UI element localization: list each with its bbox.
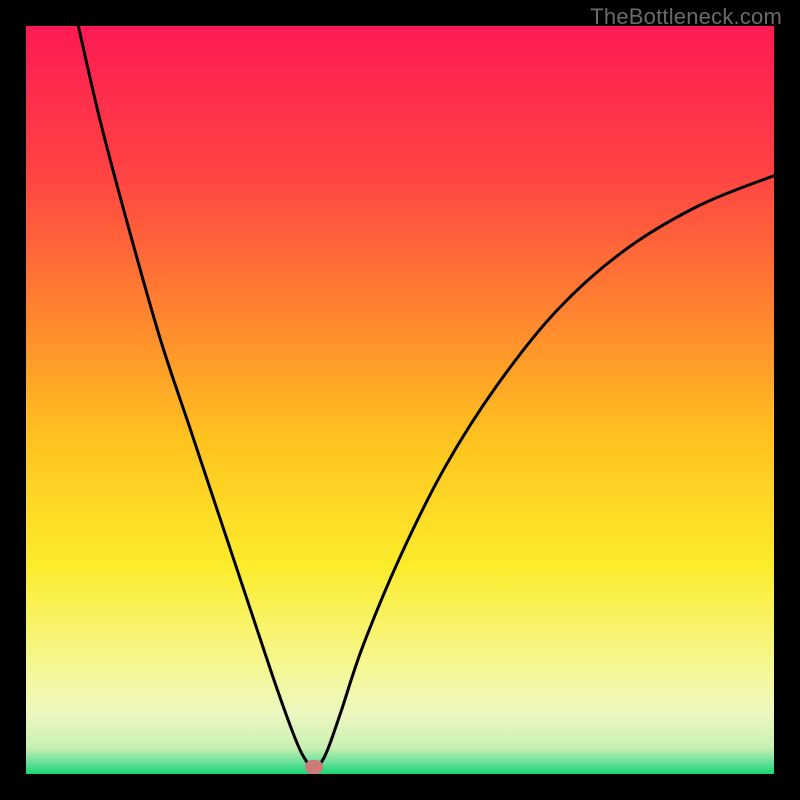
watermark-text: TheBottleneck.com (590, 4, 782, 30)
plot-area (26, 26, 774, 774)
result-marker (305, 760, 323, 774)
gradient-background (26, 26, 774, 774)
chart-frame: TheBottleneck.com (0, 0, 800, 800)
